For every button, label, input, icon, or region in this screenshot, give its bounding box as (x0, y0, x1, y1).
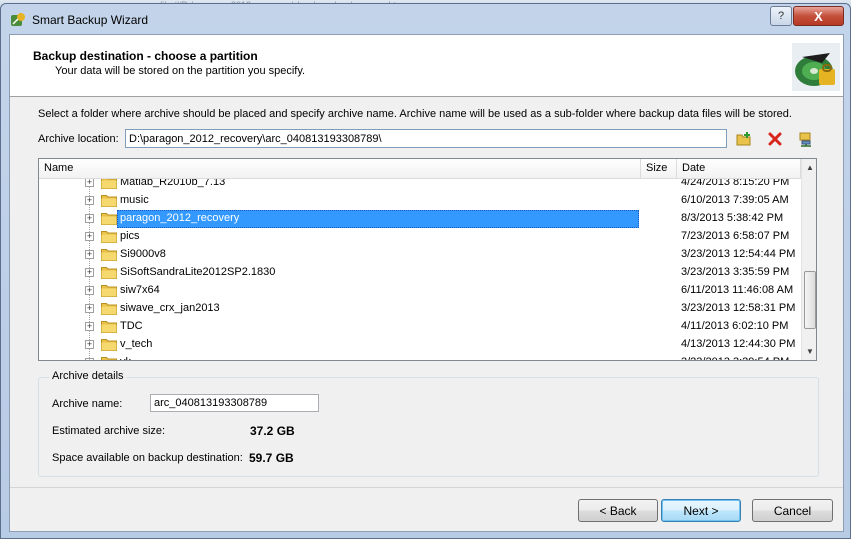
wizard-window: Smart Backup Wizard ? X Backup destinati… (0, 3, 851, 539)
scroll-thumb[interactable] (804, 271, 816, 329)
tree-row[interactable]: + Matlab_R2010b_7.13 4/24/2013 8:15:20 PM (39, 179, 801, 192)
title-bar[interactable]: Smart Backup Wizard ? X (1, 4, 850, 34)
next-button[interactable]: Next > (661, 499, 741, 522)
expand-icon[interactable]: + (85, 286, 94, 295)
tree-row-name: v_tech (120, 338, 153, 350)
folder-icon (101, 339, 117, 351)
vertical-scrollbar[interactable]: ▲ ▼ (801, 159, 816, 360)
folder-icon (101, 267, 117, 279)
expand-icon[interactable]: + (85, 268, 94, 277)
archive-details-legend: Archive details (49, 370, 127, 382)
tree-row-date: 8/3/2013 5:38:42 PM (681, 212, 784, 224)
estimated-size-value: 37.2 GB (250, 424, 295, 438)
tree-row[interactable]: + paragon_2012_recovery 8/3/2013 5:38:42 P… (39, 210, 801, 228)
tree-row-name: vk (119, 356, 132, 360)
folder-icon (101, 195, 117, 207)
tree-row-date: 7/23/2013 6:58:07 PM (681, 230, 790, 242)
tree-row[interactable]: + SiSoftSandraLite2012SP2.1830 3/23/2013 3… (39, 264, 801, 282)
column-header-size[interactable]: Size (641, 159, 677, 179)
expand-icon[interactable]: + (85, 196, 94, 205)
tree-row-date: 4/13/2013 12:44:30 PM (681, 338, 796, 350)
tree-row-name: Matlab_R2010b_7.13 (120, 179, 226, 188)
column-header-date[interactable]: Date (677, 159, 801, 179)
folder-icon (101, 321, 117, 333)
tree-row-name: music (120, 194, 149, 206)
tree-row-date: 6/10/2013 7:39:05 AM (681, 194, 789, 206)
scroll-down-icon[interactable]: ▼ (802, 343, 816, 360)
wizard-header: Backup destination - choose a partition … (10, 35, 843, 97)
page-title: Backup destination - choose a partition (33, 49, 258, 63)
help-button[interactable]: ? (770, 6, 792, 26)
footer-divider (10, 487, 843, 488)
scroll-up-icon[interactable]: ▲ (802, 159, 816, 176)
tree-row[interactable]: + v_tech 4/13/2013 12:44:30 PM (39, 336, 801, 354)
column-header-name[interactable]: Name (39, 159, 641, 179)
tree-row-name: TDC (120, 320, 143, 332)
archive-location-input[interactable] (125, 129, 727, 148)
tree-row[interactable]: + TDC 4/11/2013 6:02:10 PM (39, 318, 801, 336)
tree-row-date: 3/23/2013 12:54:44 PM (681, 248, 796, 260)
folder-icon (101, 231, 117, 243)
instructions-text: Select a folder where archive should be … (38, 108, 792, 120)
archive-location-label: Archive location: (38, 133, 119, 145)
space-available-label: Space available on backup destination: (52, 452, 243, 464)
folder-icon (101, 285, 117, 297)
tree-row-name: Si9000v8 (120, 248, 166, 260)
tree-row-date: 4/24/2013 8:15:20 PM (681, 179, 790, 188)
tree-row-name: pics (120, 230, 140, 242)
tree-row-name: SiSoftSandraLite2012SP2.1830 (120, 266, 276, 278)
tree-row-name: siwave_crx_jan2013 (120, 302, 220, 314)
delete-icon[interactable] (765, 129, 785, 149)
folder-icon (101, 179, 117, 189)
expand-icon[interactable]: + (85, 214, 94, 223)
expand-icon[interactable]: + (85, 179, 94, 187)
tree-row-date: 3/23/2013 3:29:54 PM (681, 356, 789, 360)
window-title: Smart Backup Wizard (32, 13, 149, 27)
page-subtitle: Your data will be stored on the partitio… (55, 65, 306, 77)
tree-row-date: 3/23/2013 3:35:59 PM (681, 266, 790, 278)
tree-row[interactable]: + pics 7/23/2013 6:58:07 PM (39, 228, 801, 246)
folder-icon (101, 213, 117, 225)
network-drive-icon[interactable] (796, 129, 816, 149)
tree-row[interactable]: + Si9000v8 3/23/2013 12:54:44 PM (39, 246, 801, 264)
tree-row-name: paragon_2012_recovery (120, 212, 240, 224)
folder-tree[interactable]: Name Size Date + Matlab_R2010b_7.13 4/24/2… (38, 158, 817, 361)
space-available-value: 59.7 GB (249, 451, 294, 465)
tree-row-name: siw7x64 (120, 284, 160, 296)
expand-icon[interactable]: + (85, 358, 94, 360)
tree-row-date: 6/11/2013 11:46:08 AM (681, 284, 794, 296)
wizard-client-area: Backup destination - choose a partition … (9, 34, 844, 532)
archive-name-label: Archive name: (52, 398, 123, 410)
back-button[interactable]: < Back (578, 499, 658, 522)
archive-name-input[interactable] (150, 394, 319, 412)
tree-row[interactable]: + siw7x64 6/11/2013 11:46:08 AM (39, 282, 801, 300)
tree-row[interactable]: + vk 3/23/2013 3:29:54 PM (39, 354, 801, 360)
expand-icon[interactable]: + (85, 340, 94, 349)
folder-icon (101, 357, 117, 360)
tree-row-date: 4/11/2013 6:02:10 PM (681, 320, 789, 332)
expand-icon[interactable]: + (85, 322, 94, 331)
expand-icon[interactable]: + (85, 232, 94, 241)
tree-row[interactable]: + music 6/10/2013 7:39:05 AM (39, 192, 801, 210)
expand-icon[interactable]: + (85, 304, 94, 313)
tree-row-date: 3/23/2013 12:58:31 PM (681, 302, 796, 314)
archive-details-group: Archive details Archive name: Estimated … (38, 370, 819, 477)
estimated-size-label: Estimated archive size: (52, 425, 166, 437)
close-button[interactable]: X (793, 6, 844, 26)
new-folder-icon[interactable] (734, 129, 754, 149)
tree-rows: + Matlab_R2010b_7.13 4/24/2013 8:15:20 PM +… (39, 179, 801, 360)
backup-logo-icon (792, 43, 840, 91)
folder-icon (101, 303, 117, 315)
app-icon (11, 13, 25, 26)
folder-icon (101, 249, 117, 261)
cancel-button[interactable]: Cancel (752, 499, 833, 522)
tree-row[interactable]: + siwave_crx_jan2013 3/23/2013 12:58:31 PM (39, 300, 801, 318)
expand-icon[interactable]: + (85, 250, 94, 259)
